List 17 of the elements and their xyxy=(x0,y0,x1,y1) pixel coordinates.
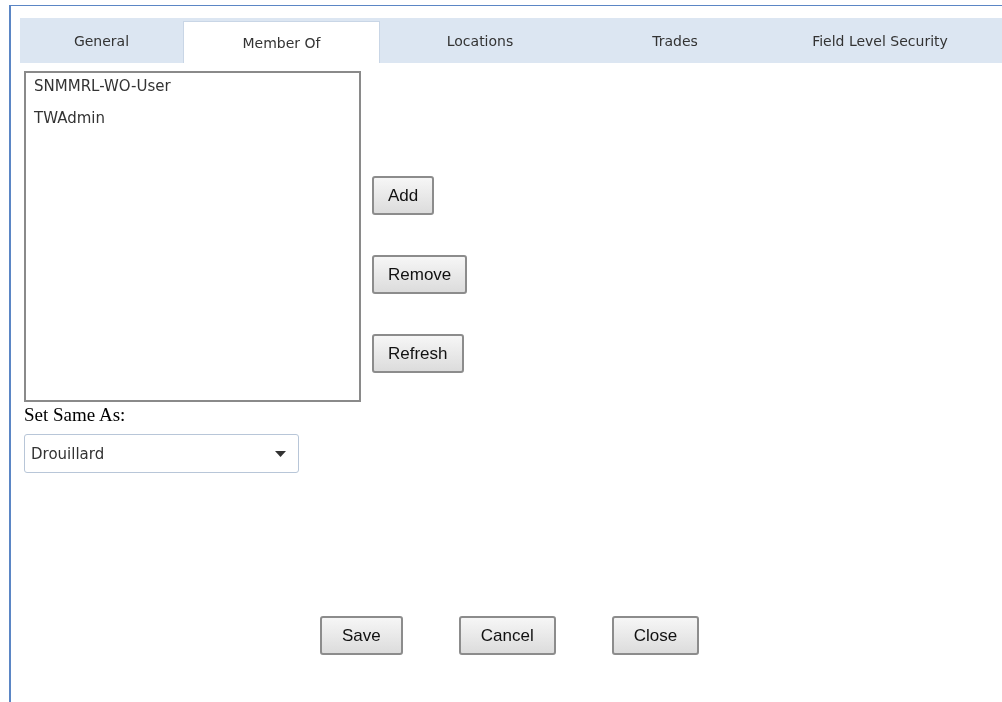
tab[interactable]: Member Of xyxy=(183,21,380,63)
list-action-button[interactable]: Add xyxy=(372,176,435,215)
list-item[interactable]: SNMMRL-WO-User xyxy=(34,77,171,95)
dialog-button[interactable]: Save xyxy=(320,616,403,655)
dropdown-arrow-icon xyxy=(275,450,286,457)
tab[interactable]: Locations xyxy=(380,18,580,63)
tab[interactable]: Field Level Security xyxy=(770,18,990,63)
dropdown[interactable]: Drouillard xyxy=(24,434,299,473)
list-item[interactable]: TWAdmin xyxy=(34,109,105,127)
dialog-button[interactable]: Cancel xyxy=(458,616,556,655)
field-label: Set Same As: xyxy=(24,404,126,426)
dialog-button[interactable]: Close xyxy=(611,616,700,655)
member-list[interactable]: SNMMRL-WO-User TWAdmin xyxy=(24,71,361,402)
tab[interactable]: Trades xyxy=(580,18,770,63)
tab[interactable]: General xyxy=(20,18,183,63)
list-action-button[interactable]: Remove xyxy=(372,255,468,294)
list-action-button[interactable]: Refresh xyxy=(372,334,464,373)
